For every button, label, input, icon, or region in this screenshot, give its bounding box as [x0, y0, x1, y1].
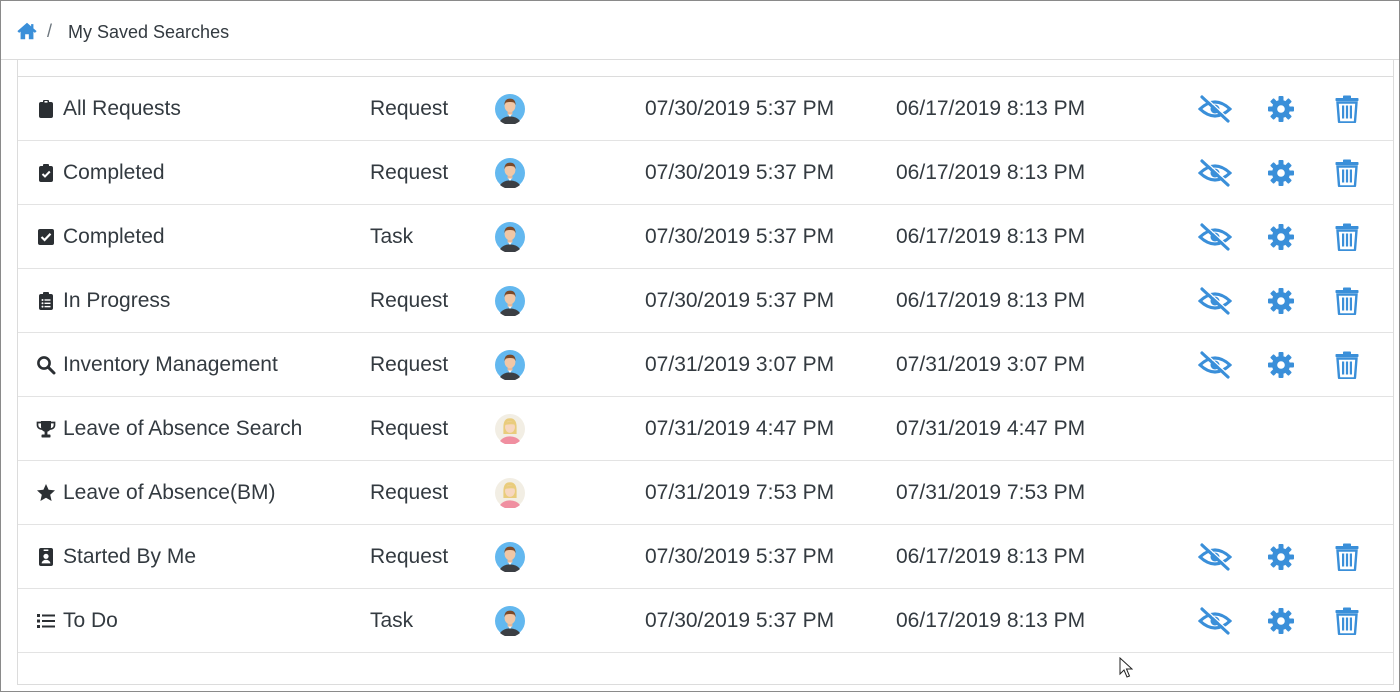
saved-searches-table: All Requests Request 07/30/2019 5:37 PM 06/… [17, 60, 1394, 685]
modified-date: 07/30/2019 5:37 PM [645, 160, 835, 184]
male-avatar [495, 605, 525, 636]
trash-icon[interactable] [1335, 287, 1359, 315]
created-date: 06/17/2019 8:13 PM [896, 288, 1086, 312]
eye-slash-icon[interactable] [1198, 542, 1232, 572]
home-icon[interactable] [16, 20, 38, 42]
clipboard-check-icon [36, 163, 56, 183]
modified-date: 07/30/2019 5:37 PM [645, 288, 835, 312]
table-row[interactable]: In Progress Request 07/30/2019 5:37 PM 06/1… [18, 269, 1393, 333]
breadcrumb-current: My Saved Searches [68, 22, 230, 42]
search-type: Task [370, 224, 414, 248]
gear-icon[interactable] [1267, 351, 1295, 379]
search-name[interactable]: In Progress [63, 289, 170, 313]
breadcrumb-separator: / [47, 21, 53, 41]
table-row[interactable]: Leave of Absence Search Request 07/31/2019… [18, 397, 1393, 461]
male-avatar [495, 349, 525, 380]
breadcrumb: / My Saved Searches [1, 1, 1399, 60]
search-name[interactable]: Started By Me [63, 545, 196, 569]
search-name[interactable]: Inventory Management [63, 353, 278, 377]
male-avatar [495, 221, 525, 252]
female-avatar [495, 413, 525, 444]
created-date: 06/17/2019 8:13 PM [896, 608, 1086, 632]
modified-date: 07/31/2019 7:53 PM [645, 480, 835, 504]
male-avatar [495, 285, 525, 316]
created-date: 06/17/2019 8:13 PM [896, 224, 1086, 248]
eye-slash-icon[interactable] [1198, 94, 1232, 124]
male-avatar [495, 93, 525, 124]
search-type: Request [370, 160, 449, 184]
eye-slash-icon[interactable] [1198, 350, 1232, 380]
created-date: 07/31/2019 3:07 PM [896, 352, 1086, 376]
search-name[interactable]: Leave of Absence Search [63, 417, 302, 441]
search-name[interactable]: To Do [63, 609, 118, 633]
modified-date: 07/30/2019 5:37 PM [645, 608, 835, 632]
search-type: Request [370, 416, 449, 440]
table-row[interactable]: Started By Me Request 07/30/2019 5:37 PM 06… [18, 525, 1393, 589]
table-row[interactable]: Completed Task 07/30/2019 5:37 PM 06/17/201… [18, 205, 1393, 269]
search-type: Request [370, 352, 449, 376]
search-type: Request [370, 96, 449, 120]
modified-date: 07/31/2019 4:47 PM [645, 416, 835, 440]
table-row[interactable]: Leave of Absence(BM) Request 07/31/2019 7:… [18, 461, 1393, 525]
eye-slash-icon[interactable] [1198, 222, 1232, 252]
male-avatar [495, 541, 525, 572]
trash-icon[interactable] [1335, 223, 1359, 251]
table-row[interactable]: Inventory Management Request 07/31/2019 3:… [18, 333, 1393, 397]
trash-icon[interactable] [1335, 607, 1359, 635]
search-name[interactable]: Leave of Absence(BM) [63, 481, 275, 505]
search-name[interactable]: Completed [63, 161, 165, 185]
table-row[interactable]: Completed Request 07/30/2019 5:37 PM 06/17/… [18, 141, 1393, 205]
check-square-icon [36, 227, 56, 247]
modified-date: 07/30/2019 5:37 PM [645, 224, 835, 248]
gear-icon[interactable] [1267, 95, 1295, 123]
table-row[interactable]: To Do Task 07/30/2019 5:37 PM 06/17/2019 8:… [18, 589, 1393, 653]
created-date: 07/31/2019 7:53 PM [896, 480, 1086, 504]
created-date: 06/17/2019 8:13 PM [896, 96, 1086, 120]
gear-icon[interactable] [1267, 287, 1295, 315]
search-type: Request [370, 288, 449, 312]
trash-icon[interactable] [1335, 95, 1359, 123]
search-name[interactable]: Completed [63, 225, 165, 249]
eye-slash-icon[interactable] [1198, 158, 1232, 188]
trash-icon[interactable] [1335, 351, 1359, 379]
modified-date: 07/31/2019 3:07 PM [645, 352, 835, 376]
trash-icon[interactable] [1335, 543, 1359, 571]
created-date: 06/17/2019 8:13 PM [896, 160, 1086, 184]
modified-date: 07/30/2019 5:37 PM [645, 96, 835, 120]
clipboard-list-icon [36, 291, 56, 311]
list-icon [36, 611, 56, 631]
gear-icon[interactable] [1267, 607, 1295, 635]
created-date: 06/17/2019 8:13 PM [896, 544, 1086, 568]
clipboard-icon [36, 99, 56, 119]
search-type: Request [370, 480, 449, 504]
gear-icon[interactable] [1267, 159, 1295, 187]
trash-icon[interactable] [1335, 159, 1359, 187]
male-avatar [495, 157, 525, 188]
gear-icon[interactable] [1267, 223, 1295, 251]
id-badge-icon [36, 547, 56, 567]
trophy-icon [36, 419, 56, 439]
modified-date: 07/30/2019 5:37 PM [645, 544, 835, 568]
table-row[interactable]: All Requests Request 07/30/2019 5:37 PM 06/… [18, 77, 1393, 141]
created-date: 07/31/2019 4:47 PM [896, 416, 1086, 440]
search-type: Request [370, 544, 449, 568]
search-icon [36, 355, 56, 375]
eye-slash-icon[interactable] [1198, 286, 1232, 316]
eye-slash-icon[interactable] [1198, 606, 1232, 636]
search-type: Task [370, 608, 414, 632]
female-avatar [495, 477, 525, 508]
mouse-cursor-icon [1119, 657, 1133, 678]
star-icon [36, 483, 56, 503]
search-name[interactable]: All Requests [63, 97, 181, 121]
gear-icon[interactable] [1267, 543, 1295, 571]
